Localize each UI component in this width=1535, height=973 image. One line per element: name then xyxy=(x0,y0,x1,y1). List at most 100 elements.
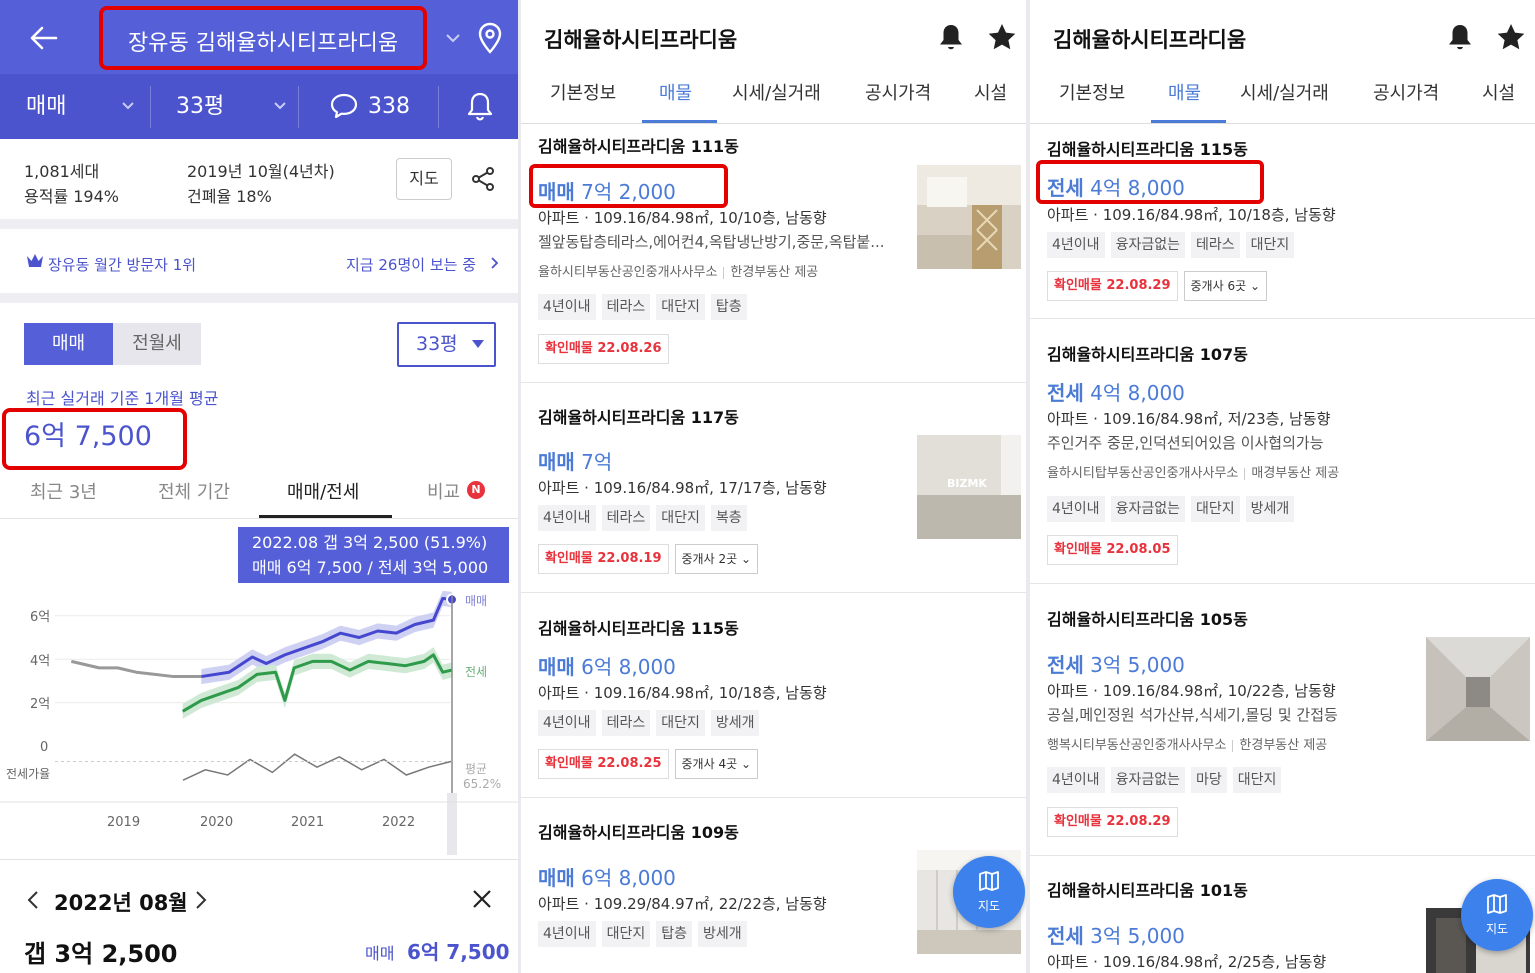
price-chart[interactable]: 6억 4억 2억 0 전세가율 매매 전세 평균 65.2% 2019 2020… xyxy=(0,583,518,855)
feature-tags: 4년이내 테라스 대단지 방세개 xyxy=(538,710,765,736)
tab-basic-info[interactable]: 기본정보 xyxy=(550,79,616,105)
back-arrow-icon[interactable] xyxy=(26,20,62,56)
verification-row: 확인매물 22.08.26 xyxy=(538,334,669,364)
divider xyxy=(0,859,518,860)
tab-basic-info[interactable]: 기본정보 xyxy=(1059,79,1125,105)
chevron-down-icon xyxy=(122,102,134,110)
listing-building: 김해율하시티프라디움 101동 xyxy=(1047,881,1248,900)
tab-recent-3y[interactable]: 최근 3년 xyxy=(30,478,97,504)
map-view-button[interactable]: 지도 xyxy=(1461,879,1533,951)
tab-official-price[interactable]: 공시가격 xyxy=(865,79,931,105)
deal-segment-control: 매매 전월세 xyxy=(24,323,201,365)
bell-icon[interactable] xyxy=(1447,22,1473,52)
map-icon xyxy=(1487,894,1507,914)
chevron-down-icon[interactable] xyxy=(444,30,462,46)
header-bar: 장유동 김해율하시티프라디움 매매 33평 338 xyxy=(0,0,518,139)
feature-tag: 대단지 xyxy=(656,294,705,320)
listing-price: 전세 3억 5,000 xyxy=(1047,920,1185,949)
feature-tag: 대단지 xyxy=(601,921,651,947)
divider xyxy=(298,86,299,128)
viewer-count-link[interactable]: 지금 26명이 보는 중 xyxy=(346,254,476,275)
listing-agent: 율하시티탑부동산공인중개사사무소 매경부동산 제공 xyxy=(1047,462,1339,481)
map-button[interactable]: 지도 xyxy=(396,158,452,200)
divider xyxy=(1030,855,1535,856)
series-line xyxy=(70,659,202,679)
legend-jeonse: 전세 xyxy=(465,665,487,679)
chevron-left-icon[interactable] xyxy=(26,889,40,911)
segment-sale[interactable]: 매매 xyxy=(24,323,113,365)
bell-icon[interactable] xyxy=(466,90,494,122)
divider xyxy=(1030,583,1535,584)
feature-tags: 4년이내 대단지 탑층 방세개 xyxy=(538,921,753,947)
bell-icon[interactable] xyxy=(938,22,964,52)
star-icon[interactable] xyxy=(1496,22,1526,52)
listing-price: 매매 6억 8,000 xyxy=(538,862,676,891)
y-tick-2: 2억 xyxy=(30,697,50,712)
average-label: 최근 실거래 기준 1개월 평균 xyxy=(26,389,219,408)
listing-building: 김해율하시티프라디움 115동 xyxy=(538,619,739,638)
built-date: 2019년 10월(4년차) xyxy=(187,162,335,181)
map-button-label: 지도 xyxy=(977,899,1001,913)
feature-tag: 대단지 xyxy=(656,505,705,531)
feature-tag: 방세개 xyxy=(710,710,760,736)
avg-label: 평균 xyxy=(465,762,487,776)
feature-tags: 4년이내 융자금없는 마당 대단지 xyxy=(1047,767,1287,793)
tab-sale-jeonse[interactable]: 매매/전세 xyxy=(287,478,359,504)
tab-official-price[interactable]: 공시가격 xyxy=(1373,79,1439,105)
tab-market-price[interactable]: 시세/실거래 xyxy=(1240,79,1329,105)
price-amount: 3억 5,000 xyxy=(1090,653,1185,677)
feature-tag: 테라스 xyxy=(601,294,651,320)
listing-agent: 율하시티부동산공인중개사사무소 한경부동산 제공 xyxy=(538,261,818,280)
deal-kind: 매매 xyxy=(538,180,575,204)
deal-kind: 매매 xyxy=(538,866,575,890)
agent-name: 행복시티부동산공인중개사사무소 xyxy=(1047,738,1227,753)
broker-dropdown[interactable]: 중개사 4곳 ⌄ xyxy=(674,749,759,779)
price-amount: 7억 2,000 xyxy=(581,180,676,204)
comment-count[interactable]: 338 xyxy=(368,74,410,139)
verification-row: 확인매물 22.08.29 xyxy=(1047,807,1178,837)
divider xyxy=(438,86,439,128)
listing-photo[interactable] xyxy=(917,165,1021,269)
selected-month: 2022년 08월 xyxy=(54,891,188,915)
complex-title[interactable]: 장유동 김해율하시티프라디움 xyxy=(128,25,398,57)
close-icon[interactable] xyxy=(471,888,493,910)
chevron-right-icon[interactable] xyxy=(194,889,208,911)
listing-photo[interactable]: BIZMK xyxy=(917,435,1021,539)
broker-dropdown[interactable]: 중개사 6곳 ⌄ xyxy=(1183,271,1268,301)
agent-name: 율하시티탑부동산공인중개사사무소 xyxy=(1047,466,1239,481)
tab-facilities[interactable]: 시설 xyxy=(974,79,1007,105)
x-tick-2022: 2022 xyxy=(382,815,415,830)
chevron-right-icon[interactable] xyxy=(490,256,500,270)
x-tick-2021: 2021 xyxy=(291,815,324,830)
tab-listings[interactable]: 매물 xyxy=(1168,79,1201,105)
tab-facilities[interactable]: 시설 xyxy=(1482,79,1515,105)
feature-tag: 테라스 xyxy=(1190,232,1240,258)
segment-rent[interactable]: 전월세 xyxy=(113,323,201,365)
x-tick-2019: 2019 xyxy=(107,815,140,830)
listing-photo[interactable] xyxy=(1426,637,1530,741)
feature-tags: 4년이내 융자금없는 대단지 방세개 xyxy=(1047,496,1300,522)
star-icon[interactable] xyxy=(987,22,1017,52)
y-tick-6: 6억 xyxy=(30,610,50,625)
broker-dropdown[interactable]: 중개사 2곳 ⌄ xyxy=(674,544,759,574)
listing-price: 전세 4억 8,000 xyxy=(1047,172,1185,201)
map-view-button[interactable]: 지도 xyxy=(953,856,1025,928)
feature-tag: 복층 xyxy=(710,505,747,531)
caret-down-icon xyxy=(472,340,484,348)
tab-listings[interactable]: 매물 xyxy=(659,79,692,105)
new-badge: N xyxy=(467,481,485,499)
tab-all-period[interactable]: 전체 기간 xyxy=(158,478,230,504)
feature-tag: 탑층 xyxy=(656,921,692,947)
deal-kind: 전세 xyxy=(1047,381,1084,405)
feature-tag: 대단지 xyxy=(1232,767,1282,793)
deal-type-select[interactable]: 매매 xyxy=(26,74,66,139)
chat-bubble-icon[interactable] xyxy=(329,92,359,120)
size-filter[interactable]: 33평 xyxy=(176,74,224,139)
tab-compare[interactable]: 비교 xyxy=(427,478,460,504)
filter-bar: 매매 33평 338 xyxy=(0,74,518,139)
location-pin-icon[interactable] xyxy=(476,22,504,54)
tab-market-price[interactable]: 시세/실거래 xyxy=(732,79,821,105)
listing-building: 김해율하시티프라디움 117동 xyxy=(538,408,739,427)
share-icon[interactable] xyxy=(470,166,496,192)
listings-panel-jeonse: 김해율하시티프라디움 기본정보 매물 시세/실거래 공시가격 시설 김해율하시티… xyxy=(1030,0,1535,973)
